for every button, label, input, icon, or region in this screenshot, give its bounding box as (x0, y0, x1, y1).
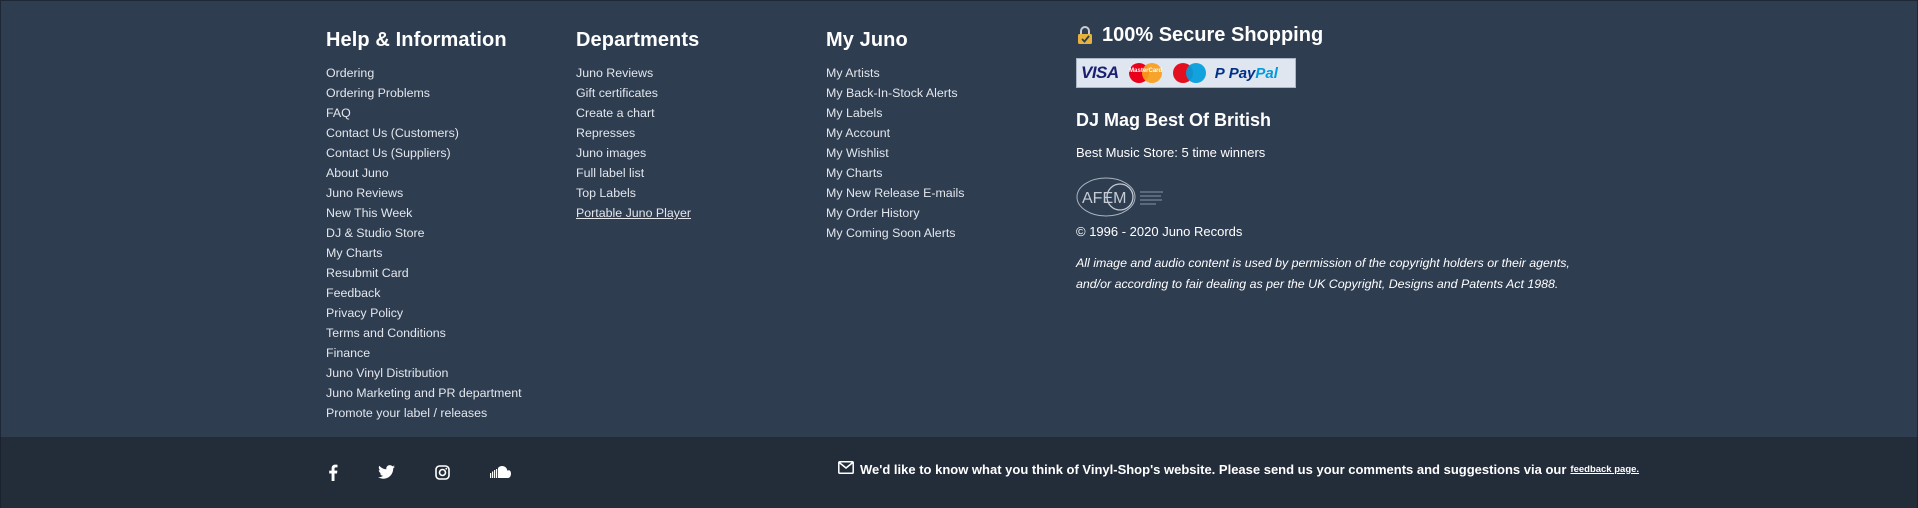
secure-shopping-row: 100% Secure Shopping (1076, 21, 1596, 49)
legal-disclaimer: All image and audio content is used by p… (1076, 253, 1596, 295)
help-link-my-charts[interactable]: My Charts (326, 243, 522, 263)
maestro-logo (1172, 62, 1207, 84)
help-link-faq[interactable]: FAQ (326, 103, 522, 123)
help-link-dj-studio-store[interactable]: DJ & Studio Store (326, 223, 522, 243)
my-juno-column: My Juno My Artists My Back-In-Stock Aler… (826, 27, 964, 243)
feedback-text: We'd like to know what you think of Viny… (860, 461, 1567, 477)
help-link-terms[interactable]: Terms and Conditions (326, 323, 522, 343)
feedback-page-link[interactable]: feedback page. (1570, 464, 1639, 475)
help-link-promote-label[interactable]: Promote your label / releases (326, 403, 522, 423)
djmag-heading: DJ Mag Best Of British (1076, 110, 1272, 130)
myjuno-link-artists[interactable]: My Artists (826, 63, 964, 83)
help-link-vinyl-distribution[interactable]: Juno Vinyl Distribution (326, 363, 522, 383)
myjuno-link-back-in-stock[interactable]: My Back-In-Stock Alerts (826, 83, 964, 103)
copyright-text: © 1996 - 2020 Juno Records (1076, 224, 1243, 239)
help-link-contact-suppliers[interactable]: Contact Us (Suppliers) (326, 143, 522, 163)
dept-link-portable-player[interactable]: Portable Juno Player (576, 203, 699, 223)
dept-link-full-label-list[interactable]: Full label list (576, 163, 699, 183)
help-link-about-juno[interactable]: About Juno (326, 163, 522, 183)
dept-link-create-chart[interactable]: Create a chart (576, 103, 699, 123)
myjuno-link-wishlist[interactable]: My Wishlist (826, 143, 964, 163)
myjuno-link-charts[interactable]: My Charts (826, 163, 964, 183)
myjuno-link-account[interactable]: My Account (826, 123, 964, 143)
dept-link-juno-reviews[interactable]: Juno Reviews (576, 63, 699, 83)
help-link-new-this-week[interactable]: New This Week (326, 203, 522, 223)
help-link-privacy-policy[interactable]: Privacy Policy (326, 303, 522, 323)
mastercard-logo: MasterCard (1127, 62, 1165, 84)
help-information-column: Help & Information Ordering Ordering Pro… (326, 27, 522, 423)
departments-heading: Departments (576, 29, 700, 51)
soundcloud-icon[interactable] (489, 463, 511, 481)
help-link-feedback[interactable]: Feedback (326, 283, 522, 303)
departments-list: Juno Reviews Gift certificates Create a … (576, 63, 699, 223)
footer-bottom-bar: We'd like to know what you think of Viny… (0, 437, 1918, 508)
envelope-icon (838, 461, 854, 477)
legal-line-1: All image and audio content is used by p… (1076, 256, 1570, 270)
payment-cards-logos: VISA MasterCard P Pay Pal (1076, 58, 1296, 88)
svg-text:AFEM: AFEM (1082, 190, 1126, 207)
help-link-resubmit-card[interactable]: Resubmit Card (326, 263, 522, 283)
help-information-list: Ordering Ordering Problems FAQ Contact U… (326, 63, 522, 423)
secure-shopping-heading: 100% Secure Shopping (1102, 23, 1324, 46)
instagram-icon[interactable] (433, 463, 451, 481)
twitter-icon[interactable] (377, 463, 395, 481)
help-link-contact-customers[interactable]: Contact Us (Customers) (326, 123, 522, 143)
padlock-icon (1076, 25, 1096, 45)
help-link-ordering[interactable]: Ordering (326, 63, 522, 83)
dept-link-represses[interactable]: Represses (576, 123, 699, 143)
paypal-logo: P Pay Pal (1214, 64, 1278, 82)
help-link-ordering-problems[interactable]: Ordering Problems (326, 83, 522, 103)
info-column: 100% Secure Shopping VISA MasterCard P P… (1076, 21, 1596, 295)
myjuno-link-new-release-emails[interactable]: My New Release E-mails (826, 183, 964, 203)
dept-link-top-labels[interactable]: Top Labels (576, 183, 699, 203)
visa-logo: VISA (1081, 63, 1119, 82)
djmag-winners-text: Best Music Store: 5 time winners (1076, 145, 1266, 160)
feedback-message: We'd like to know what you think of Viny… (838, 461, 1639, 477)
help-link-finance[interactable]: Finance (326, 343, 522, 363)
myjuno-link-coming-soon[interactable]: My Coming Soon Alerts (826, 223, 964, 243)
departments-column: Departments Juno Reviews Gift certificat… (576, 27, 699, 223)
help-information-heading: Help & Information (326, 29, 507, 51)
my-juno-list: My Artists My Back-In-Stock Alerts My La… (826, 63, 964, 243)
afem-logo: AFEM (1076, 176, 1166, 218)
legal-line-2: and/or according to fair dealing as per … (1076, 277, 1559, 291)
my-juno-heading: My Juno (826, 29, 908, 51)
dept-link-juno-images[interactable]: Juno images (576, 143, 699, 163)
dept-link-gift-certificates[interactable]: Gift certificates (576, 83, 699, 103)
help-link-marketing-pr[interactable]: Juno Marketing and PR department (326, 383, 522, 403)
help-link-juno-reviews[interactable]: Juno Reviews (326, 183, 522, 203)
myjuno-link-order-history[interactable]: My Order History (826, 203, 964, 223)
footer-main: Help & Information Ordering Ordering Pro… (0, 0, 1918, 437)
facebook-icon[interactable] (324, 463, 342, 481)
myjuno-link-labels[interactable]: My Labels (826, 103, 964, 123)
